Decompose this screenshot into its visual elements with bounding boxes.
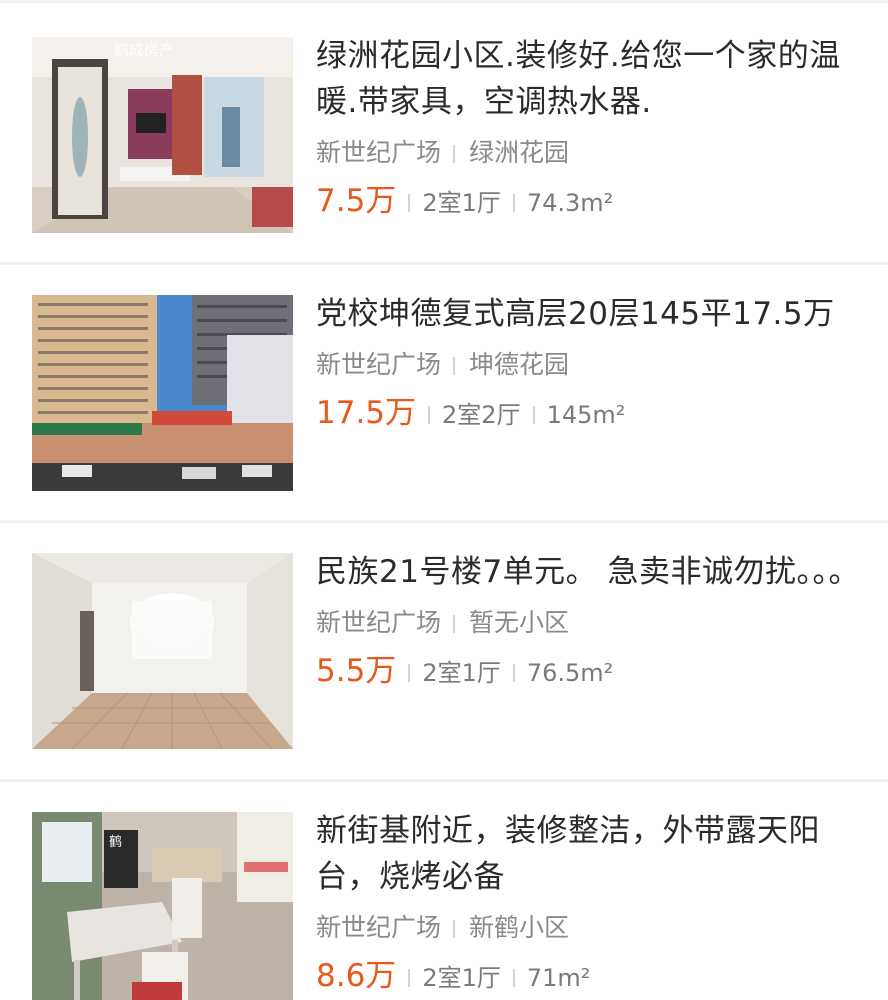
community-label: 坤德花园: [469, 350, 570, 379]
meta-divider: [408, 194, 411, 212]
listing-location: 新世纪广场 新鹤小区: [316, 910, 864, 946]
meta-divider: [532, 406, 535, 424]
listing-location: 新世纪广场 暂无小区: [316, 605, 864, 641]
size-label: 145m²: [546, 401, 626, 429]
size-label: 76.5m²: [526, 659, 614, 687]
meta-divider: [512, 969, 515, 987]
watermark-text: 鹤成房产: [114, 41, 174, 59]
listing-title[interactable]: 绿洲花园小区.装修好.给您一个家的温暖.带家具，空调热水器.: [316, 33, 864, 125]
listing-card[interactable]: 党校坤德复式高层20层145平17.5万 新世纪广场 坤德花园 17.5万 2室2厅…: [0, 265, 888, 522]
layout-label: 2室1厅: [422, 659, 501, 687]
price-label: 17.5万: [316, 395, 417, 431]
listing-location: 新世纪广场 绿洲花园: [316, 135, 864, 171]
living-room-photo: 鹤成房产: [32, 37, 293, 233]
layout-label: 2室1厅: [422, 189, 501, 217]
area-label: 新世纪广场: [316, 913, 442, 942]
meta-divider: [408, 664, 411, 682]
price-label: 5.5万: [316, 653, 397, 689]
listing-thumbnail[interactable]: [32, 553, 293, 749]
listing-location: 新世纪广场 坤德花园: [316, 347, 864, 383]
meta-divider: [512, 194, 515, 212]
listing-info: 绿洲花园小区.装修好.给您一个家的温暖.带家具，空调热水器. 新世纪广场 绿洲花园…: [316, 33, 864, 223]
listing-card[interactable]: 鹤成房产 绿洲花园小区.装修好.给您一个家的温暖.带家具，空调热水器. 新世纪广…: [0, 3, 888, 263]
price-label: 8.6万: [316, 958, 397, 994]
listing-title[interactable]: 新街基附近，装修整洁，外带露天阳台，烧烤必备: [316, 808, 864, 900]
listing-title[interactable]: 民族21号楼7单元。 急卖非诚勿扰。。。: [316, 549, 864, 595]
listing-price-row: 7.5万 2室1厅 74.3m²: [316, 179, 864, 223]
dining-room-photo: 鹤: [32, 812, 293, 1000]
layout-label: 2室2厅: [442, 401, 521, 429]
listing-price-row: 17.5万 2室2厅 145m²: [316, 391, 864, 435]
community-label: 暂无小区: [469, 608, 570, 637]
listing-card[interactable]: 鹤 新街基附近，装修整洁，外带露天阳台，烧烤必备 新世纪广场 新鹤小区 8.6万…: [0, 782, 888, 1000]
community-label: 新鹤小区: [469, 913, 570, 942]
listing-card[interactable]: 民族21号楼7单元。 急卖非诚勿扰。。。 新世纪广场 暂无小区 5.5万 2室1厅 7…: [0, 523, 888, 781]
listing-info: 党校坤德复式高层20层145平17.5万 新世纪广场 坤德花园 17.5万 2室2厅…: [316, 291, 864, 435]
area-label: 新世纪广场: [316, 350, 442, 379]
meta-divider: [453, 357, 456, 375]
size-label: 74.3m²: [526, 189, 614, 217]
listing-thumbnail[interactable]: [32, 295, 293, 491]
listing-info: 新街基附近，装修整洁，外带露天阳台，烧烤必备 新世纪广场 新鹤小区 8.6万 2室1…: [316, 808, 864, 998]
listing-feed: 鹤成房产 绿洲花园小区.装修好.给您一个家的温暖.带家具，空调热水器. 新世纪广…: [0, 0, 888, 1000]
layout-label: 2室1厅: [422, 964, 501, 992]
meta-divider: [453, 145, 456, 163]
meta-divider: [512, 664, 515, 682]
watermark-text: 鹤: [109, 834, 122, 850]
listing-thumbnail[interactable]: 鹤: [32, 812, 293, 1000]
listing-thumbnail[interactable]: 鹤成房产: [32, 37, 293, 233]
building-photo: [32, 295, 293, 491]
listing-price-row: 8.6万 2室1厅 71m²: [316, 954, 864, 998]
meta-divider: [453, 920, 456, 938]
empty-room-photo: [32, 553, 293, 749]
area-label: 新世纪广场: [316, 608, 442, 637]
meta-divider: [453, 615, 456, 633]
listing-price-row: 5.5万 2室1厅 76.5m²: [316, 649, 864, 693]
area-label: 新世纪广场: [316, 138, 442, 167]
community-label: 绿洲花园: [469, 138, 570, 167]
meta-divider: [408, 969, 411, 987]
price-label: 7.5万: [316, 183, 397, 219]
listing-title[interactable]: 党校坤德复式高层20层145平17.5万: [316, 291, 864, 337]
size-label: 71m²: [526, 964, 591, 992]
meta-divider: [428, 406, 431, 424]
listing-info: 民族21号楼7单元。 急卖非诚勿扰。。。 新世纪广场 暂无小区 5.5万 2室1厅 7…: [316, 549, 864, 693]
